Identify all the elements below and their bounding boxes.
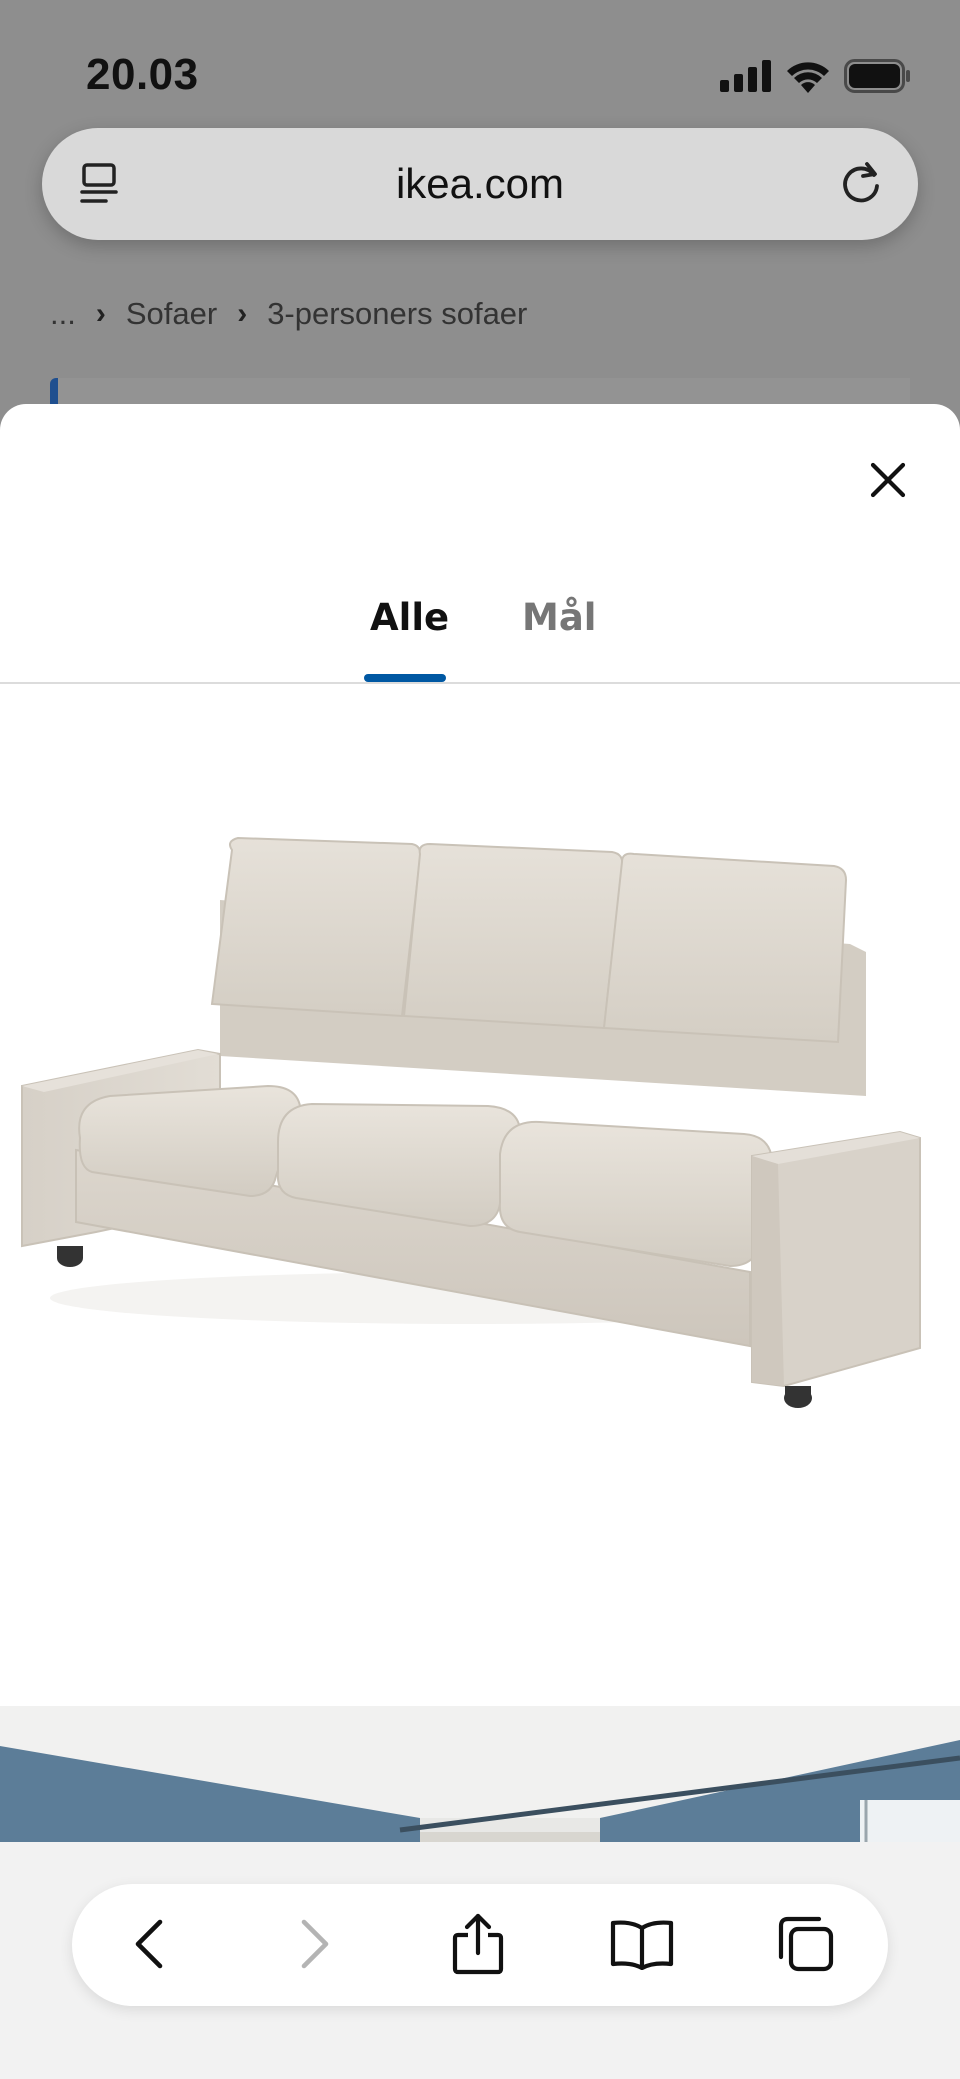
reload-icon[interactable] bbox=[836, 158, 886, 213]
status-time: 20.03 bbox=[86, 50, 199, 99]
tab-mal[interactable]: Mål bbox=[522, 596, 596, 639]
gallery-tabs: Alle Mål bbox=[0, 574, 960, 684]
image-gallery-sheet: Alle Mål bbox=[0, 404, 960, 1844]
browser-toolbar bbox=[72, 1884, 888, 2006]
breadcrumb-item-3-seat-sofas[interactable]: 3-personers sofaer bbox=[267, 296, 527, 332]
cellular-signal-icon bbox=[720, 60, 772, 92]
back-icon[interactable] bbox=[130, 1916, 170, 1977]
battery-icon bbox=[844, 59, 912, 93]
breadcrumb-item-sofaer[interactable]: Sofaer bbox=[126, 296, 217, 332]
reader-mode-icon[interactable] bbox=[78, 162, 122, 211]
bookmarks-icon[interactable] bbox=[609, 1918, 675, 1975]
chevron-right-icon: › bbox=[95, 297, 106, 330]
status-bar: 20.03 bbox=[0, 0, 960, 120]
tab-alle[interactable]: Alle bbox=[370, 596, 449, 639]
chevron-right-icon: › bbox=[237, 297, 248, 330]
breadcrumb-ellipsis[interactable]: ... bbox=[50, 296, 76, 332]
breadcrumb: ... › Sofaer › 3-personers sofaer bbox=[50, 294, 527, 334]
room-photo-thumbnail[interactable] bbox=[0, 1706, 960, 1844]
bookmarks-button[interactable] bbox=[604, 1908, 680, 1984]
back-button[interactable] bbox=[112, 1908, 188, 1984]
product-image[interactable] bbox=[0, 686, 960, 1706]
status-icons bbox=[720, 56, 912, 96]
wifi-icon bbox=[786, 59, 830, 93]
close-button[interactable] bbox=[856, 450, 920, 514]
forward-icon[interactable] bbox=[294, 1916, 334, 1977]
tabs-icon[interactable] bbox=[776, 1914, 836, 1979]
active-tab-indicator bbox=[364, 674, 446, 682]
url-text[interactable]: ikea.com bbox=[396, 160, 564, 208]
browser-toolbar-area bbox=[0, 1842, 960, 2079]
back-cushion-left bbox=[210, 836, 422, 1018]
address-bar[interactable]: ikea.com bbox=[42, 128, 918, 240]
share-icon[interactable] bbox=[450, 1913, 506, 1980]
forward-button[interactable] bbox=[276, 1908, 352, 1984]
tabs-button[interactable] bbox=[768, 1908, 844, 1984]
share-button[interactable] bbox=[440, 1908, 516, 1984]
close-icon[interactable] bbox=[868, 460, 908, 505]
